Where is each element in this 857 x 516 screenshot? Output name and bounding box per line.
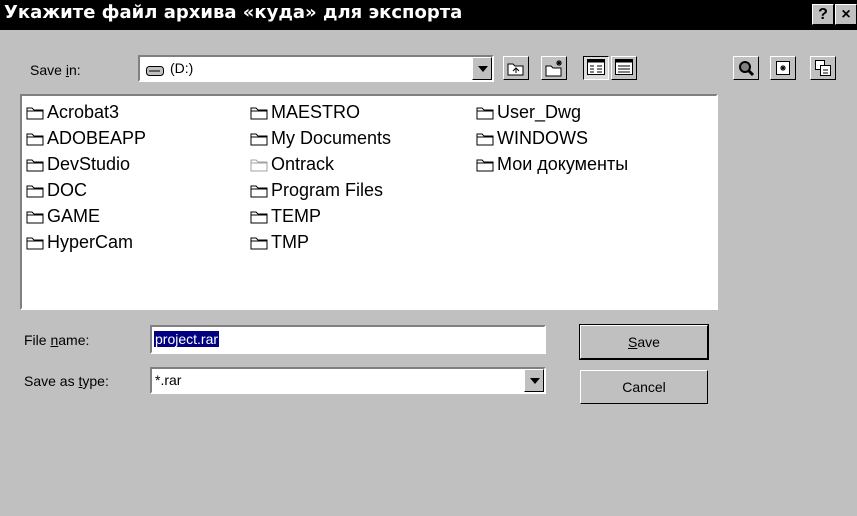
folder-item-label: MAESTRO [271,102,361,122]
folder-item[interactable]: Acrobat3 [26,100,119,124]
save-in-combo[interactable]: (D:) [138,55,494,82]
folder-item-label: Program Files [271,180,384,200]
folder-item[interactable]: GAME [26,204,100,228]
toolbar-icon-b [815,60,831,76]
folder-icon [476,107,494,120]
save-as-type-value: *.rar [155,372,182,388]
folder-item-label: TEMP [271,206,322,226]
save-button[interactable]: Save [579,324,709,360]
folder-icon [26,237,44,250]
folder-item-label: Ontrack [271,154,335,174]
title-bar: Укажите файл архива «куда» для экспорта … [0,0,857,30]
save-dialog: Укажите файл архива «куда» для экспорта … [0,0,857,516]
folder-item[interactable]: TMP [250,230,309,254]
folder-item[interactable]: Program Files [250,178,383,202]
folder-item-label: DOC [47,180,87,200]
folder-icon [26,185,44,198]
file-list[interactable]: Acrobat3 ADOBEAPP DevStudio DOC GAME HyperCam… [20,94,718,310]
folder-icon [26,133,44,146]
close-button[interactable]: × [835,4,857,25]
folder-item-label: Мои документы [497,154,629,174]
folder-icon [250,107,268,120]
folder-item-label: User_Dwg [497,102,582,122]
save-as-type-label: Save as type: [24,373,109,389]
folder-icon [476,159,494,172]
search-button[interactable] [733,56,759,80]
toolbar-button-b[interactable] [810,56,836,80]
folder-item-label: WINDOWS [497,128,588,148]
help-button[interactable]: ? [812,4,834,25]
folder-icon [26,159,44,172]
cancel-button[interactable]: Cancel [580,370,708,404]
folder-item[interactable]: User_Dwg [476,100,581,124]
folder-icon [250,185,268,198]
details-view-button[interactable] [611,56,637,80]
folder-item-label: HyperCam [47,232,134,252]
save-in-dropdown-button[interactable] [472,57,492,80]
folder-icon [26,107,44,120]
drive-icon [146,63,164,81]
details-view-icon [615,59,633,75]
save-in-label: Save in: [30,62,81,78]
folder-item[interactable]: ADOBEAPP [26,126,146,150]
window-title: Укажите файл архива «куда» для экспорта [4,2,463,23]
new-folder-button[interactable] [541,56,567,80]
folder-icon [250,211,268,224]
folder-icon [250,133,268,146]
folder-item[interactable]: Ontrack [250,152,334,176]
file-name-value: project.rar [154,331,220,347]
file-name-input[interactable]: project.rar [150,325,546,354]
file-name-label: File name: [24,332,90,348]
save-as-type-dropdown-button[interactable] [524,369,544,392]
save-in-value: (D:) [170,60,194,76]
folder-item[interactable]: TEMP [250,204,321,228]
folder-item[interactable]: MAESTRO [250,100,360,124]
list-view-button[interactable] [583,56,609,80]
folder-item[interactable]: DevStudio [26,152,130,176]
folder-item-label: Acrobat3 [47,102,120,122]
up-folder-icon [507,63,524,76]
search-icon [739,61,755,77]
folder-item[interactable]: HyperCam [26,230,133,254]
folder-item-label: DevStudio [47,154,131,174]
folder-item[interactable]: DOC [26,178,87,202]
folder-icon [250,159,268,172]
folder-item-label: My Documents [271,128,392,148]
folder-item-label: TMP [271,232,309,252]
folder-icon [26,211,44,224]
folder-item[interactable]: Мои документы [476,152,628,176]
folder-icon [476,133,494,146]
folder-item[interactable]: WINDOWS [476,126,588,150]
up-folder-button[interactable] [503,56,529,80]
list-view-icon [587,59,605,75]
folder-icon [250,237,268,250]
toolbar-button-a[interactable] [770,56,796,80]
save-as-type-combo[interactable]: *.rar [150,367,546,394]
new-folder-icon [545,60,562,77]
folder-item[interactable]: My Documents [250,126,391,150]
folder-item-label: GAME [47,206,101,226]
toolbar-icon-a [776,61,790,75]
folder-item-label: ADOBEAPP [47,128,147,148]
